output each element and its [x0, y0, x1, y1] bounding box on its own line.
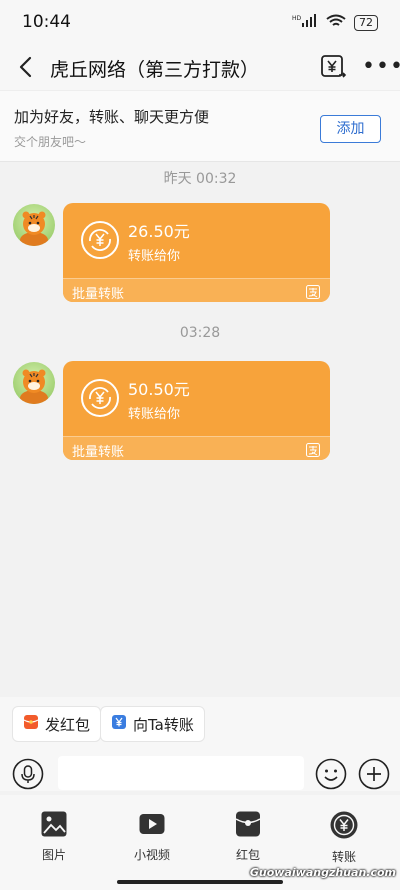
- signal-icon: HD: [292, 14, 318, 31]
- home-indicator[interactable]: [117, 880, 283, 884]
- avatar[interactable]: [13, 362, 55, 404]
- message-input[interactable]: [58, 756, 304, 790]
- message-timestamp: 昨天 00:32: [163, 171, 237, 187]
- voice-input-icon[interactable]: [12, 758, 44, 790]
- input-row: [0, 755, 400, 791]
- add-friend-sub-text: 交个朋友吧～: [14, 135, 87, 149]
- transfer-card[interactable]: 26.50元 转账给你 批量转账: [63, 203, 330, 302]
- image-icon: [24, 810, 84, 838]
- transfer-amount: 26.50元: [128, 222, 190, 241]
- wifi-icon: [326, 14, 346, 31]
- battery-indicator: 72: [354, 14, 378, 31]
- back-arrow-icon[interactable]: [14, 54, 40, 80]
- transfer-coin-icon: [80, 378, 120, 418]
- svg-text:HD: HD: [292, 15, 302, 22]
- add-friend-banner: 加为好友，转账、聊天更方便 交个朋友吧～ 添加: [0, 90, 400, 162]
- transfer-icon: [111, 714, 127, 734]
- transfer-to-ta-chip[interactable]: 向Ta转账: [100, 706, 205, 742]
- alipay-icon: [306, 442, 320, 457]
- toolbar-transfer[interactable]: 转账: [314, 810, 374, 865]
- send-red-packet-chip[interactable]: 发红包: [12, 706, 102, 742]
- add-friend-button[interactable]: 添加: [320, 115, 381, 143]
- add-friend-main-text: 加为好友，转账、聊天更方便: [14, 108, 210, 126]
- plus-icon[interactable]: [358, 758, 390, 790]
- toolbar-transfer-label: 转账: [331, 850, 356, 864]
- alipay-icon: [306, 284, 320, 299]
- toolbar-video[interactable]: 小视频: [122, 810, 182, 863]
- transfer-type-label: 批量转账: [72, 445, 125, 460]
- transfer-type-label: 批量转账: [72, 287, 125, 302]
- quick-actions-row: 发红包 向Ta转账: [0, 697, 400, 755]
- more-options-icon[interactable]: •••: [362, 54, 400, 79]
- transfer-card-footer: 批量转账: [63, 436, 330, 460]
- send-red-packet-label: 发红包: [45, 715, 91, 734]
- transfer-description: 转账给你: [128, 249, 181, 264]
- toolbar-video-label: 小视频: [133, 848, 170, 862]
- toolbar-red-packet-label: 红包: [235, 848, 260, 862]
- transfer-amount: 50.50元: [128, 380, 190, 399]
- toolbar-image[interactable]: 图片: [24, 810, 84, 863]
- transfer-coin-icon: [80, 220, 120, 260]
- transfer-card-footer: 批量转账: [63, 278, 330, 302]
- message-timestamp: 03:28: [179, 325, 221, 341]
- yuan-icon: [314, 810, 374, 840]
- chat-header: 虎丘网络（第三方打款） •••: [0, 46, 400, 90]
- watermark: Guowaiwangzhuan.com: [249, 866, 396, 879]
- toolbar-image-label: 图片: [41, 848, 66, 862]
- chat-title: 虎丘网络（第三方打款）: [50, 59, 260, 81]
- emoji-icon[interactable]: [315, 758, 347, 790]
- video-icon: [122, 810, 182, 838]
- transfer-card[interactable]: 50.50元 转账给你 批量转账: [63, 361, 330, 460]
- avatar[interactable]: [13, 204, 55, 246]
- status-icons: HD 72: [292, 14, 378, 31]
- toolbar-red-packet[interactable]: 红包: [218, 810, 278, 863]
- status-time: 10:44: [22, 12, 71, 32]
- red-packet-icon: [218, 810, 278, 838]
- transfer-to-ta-label: 向Ta转账: [133, 715, 194, 734]
- transfer-yuan-icon[interactable]: [319, 53, 347, 81]
- red-packet-icon: [23, 714, 39, 734]
- transfer-description: 转账给你: [128, 407, 181, 422]
- status-bar: 10:44 HD 72: [0, 0, 400, 46]
